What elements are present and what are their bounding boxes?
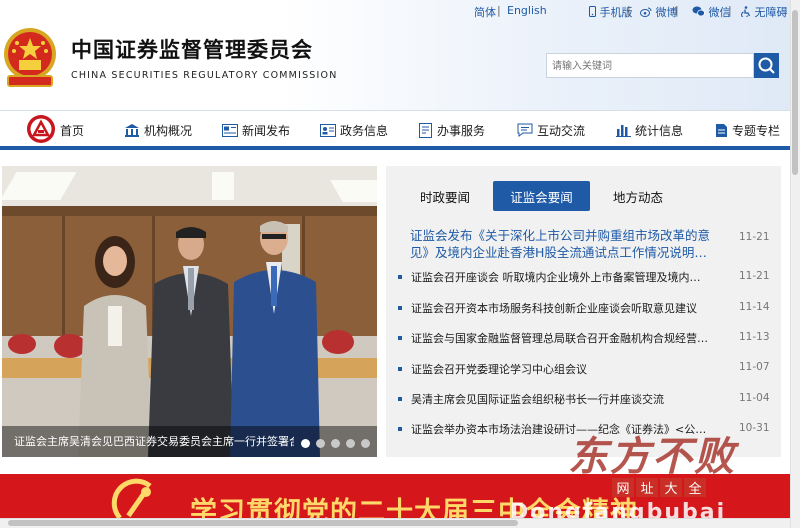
nav-item-label: 统计信息 <box>635 123 684 138</box>
wechat-icon <box>692 6 705 17</box>
bullet <box>398 336 402 340</box>
nav-item-special-topics[interactable]: 专题专栏 <box>715 119 780 141</box>
search-box <box>546 53 754 78</box>
carousel-dot-5[interactable] <box>361 439 370 448</box>
watermark-subtext: 网址大全 <box>612 478 708 497</box>
nav-item-news-release[interactable]: 新闻发布 <box>222 119 290 141</box>
nav-item-label: 新闻发布 <box>242 123 291 138</box>
nav-item-label: 机构概况 <box>144 123 193 138</box>
carousel-dot-3[interactable] <box>331 439 340 448</box>
search-icon <box>758 57 775 74</box>
party-emblem-icon <box>111 478 152 520</box>
separator: | <box>728 4 732 17</box>
carousel-dot-2[interactable] <box>316 439 325 448</box>
nav-item-label: 专题专栏 <box>732 123 781 138</box>
watermark-text: 东方不败 <box>568 433 736 480</box>
bullet <box>398 397 402 401</box>
list-item[interactable]: 证监会召开座谈会 听取境内企业境外上市备案管理及境内企业赴香港H股全流通试点工作… <box>398 269 770 285</box>
file-icon <box>716 123 727 137</box>
building-icon <box>125 124 139 137</box>
nav-item-about[interactable]: 机构概况 <box>124 119 192 141</box>
document-list-icon <box>419 122 432 138</box>
list-item[interactable]: 证监会召开资本市场服务科技创新企业座谈会听取意见建议 <box>398 300 770 316</box>
carousel-caption[interactable]: 证监会主席吴清会见巴西证券交易委员会主席一行并签署合作备忘录 <box>14 433 294 449</box>
search-button[interactable] <box>754 53 779 78</box>
nav-item-interaction[interactable]: 互动交流 <box>517 119 585 141</box>
carousel-slide[interactable] <box>2 166 377 457</box>
tab-local-news[interactable]: 地方动态 <box>600 181 676 211</box>
watermark-char: 址 <box>636 478 658 497</box>
list-item[interactable]: 证监会召开党委理论学习中心组会议 <box>398 361 770 377</box>
nav-item-gov-info[interactable]: 政务信息 <box>320 119 388 141</box>
meeting-photo <box>2 166 377 457</box>
main-nav: 首页 机构概况 新闻发布 政务信息 办事服务 互动交流 统计信息 专题专栏 <box>0 110 790 150</box>
weibo-link[interactable]: 微博 <box>640 4 678 20</box>
carousel-dot-1[interactable] <box>301 439 310 448</box>
tab-politics-news[interactable]: 时政要闻 <box>405 181 485 211</box>
separator: | <box>627 4 631 17</box>
news-item-date: 11-07 <box>739 361 770 373</box>
news-item-title[interactable]: 吴清主席会见国际证监会组织秘书长一行并座谈交流 <box>411 391 711 407</box>
nav-item-statistics[interactable]: 统计信息 <box>616 119 683 141</box>
nav-item-label: 互动交流 <box>537 123 586 138</box>
news-item-date: 11-14 <box>739 301 770 313</box>
bullet <box>398 275 402 279</box>
english-link[interactable]: English <box>507 4 547 17</box>
horizontal-scrollbar-thumb[interactable] <box>8 520 518 526</box>
separator: | <box>497 4 501 17</box>
news-item-date: 11-21 <box>739 270 770 282</box>
nav-item-label: 政务信息 <box>340 123 389 138</box>
simplified-chinese-link[interactable]: 简体 <box>474 4 496 20</box>
newspaper-icon <box>222 123 238 137</box>
site-title-en: CHINA SECURITIES REGULATORY COMMISSION <box>71 70 338 81</box>
tab-csrc-news[interactable]: 证监会要闻 <box>493 181 590 211</box>
accessibility-icon <box>741 6 751 19</box>
vertical-scrollbar-thumb[interactable] <box>792 10 798 175</box>
separator: | <box>675 4 679 17</box>
bullet <box>398 367 402 371</box>
news-item-title[interactable]: 证监会召开党委理论学习中心组会议 <box>411 361 711 377</box>
watermark-char: 大 <box>660 478 682 497</box>
site-title-cn[interactable]: 中国证券监督管理委员会 <box>71 34 313 64</box>
news-item-title[interactable]: 证监会召开资本市场服务科技创新企业座谈会听取意见建议 <box>411 300 711 316</box>
chat-bubble-icon <box>517 123 533 137</box>
news-headline-date: 11-21 <box>739 231 770 243</box>
news-item-title[interactable]: 证监会召开座谈会 听取境内企业境外上市备案管理及境内企业赴香港H股全流通试点工作… <box>411 269 711 285</box>
news-item-title[interactable]: 证监会与国家金融监督管理总局联合召开金融机构合规经营座谈会 <box>411 330 711 346</box>
news-headline[interactable]: 证监会发布《关于深化上市公司并购重组市场改革的意见》及境内企业赴香港H股全流通试… <box>410 227 710 261</box>
accessibility-link[interactable]: 无障碍 <box>741 4 788 20</box>
bullet <box>398 306 402 310</box>
bar-chart-icon <box>616 125 631 137</box>
csrc-logo-icon <box>27 115 55 143</box>
news-item-date: 11-04 <box>739 392 770 404</box>
watermark-char: 全 <box>684 478 706 497</box>
mobile-link[interactable]: 手机版 <box>589 4 633 20</box>
nav-item-label: 办事服务 <box>437 123 486 138</box>
mobile-phone-icon <box>589 6 596 17</box>
id-card-icon <box>320 123 336 137</box>
bullet <box>398 427 402 431</box>
accessibility-link-label: 无障碍 <box>754 6 788 19</box>
nav-item-services[interactable]: 办事服务 <box>419 119 485 141</box>
news-item-date: 11-13 <box>739 331 770 343</box>
weibo-icon <box>640 7 652 17</box>
news-item-date: 10-31 <box>739 422 770 434</box>
nav-item-label: 首页 <box>60 123 85 138</box>
carousel-dot-4[interactable] <box>346 439 355 448</box>
search-input[interactable] <box>547 55 753 78</box>
wechat-link[interactable]: 微信 <box>692 4 731 20</box>
nav-item-home[interactable]: 首页 <box>26 115 85 143</box>
list-item[interactable]: 吴清主席会见国际证监会组织秘书长一行并座谈交流 <box>398 391 770 407</box>
national-emblem-icon <box>4 28 56 87</box>
watermark-char: 网 <box>612 478 634 497</box>
list-item[interactable]: 证监会与国家金融监督管理总局联合召开金融机构合规经营座谈会 <box>398 330 770 346</box>
